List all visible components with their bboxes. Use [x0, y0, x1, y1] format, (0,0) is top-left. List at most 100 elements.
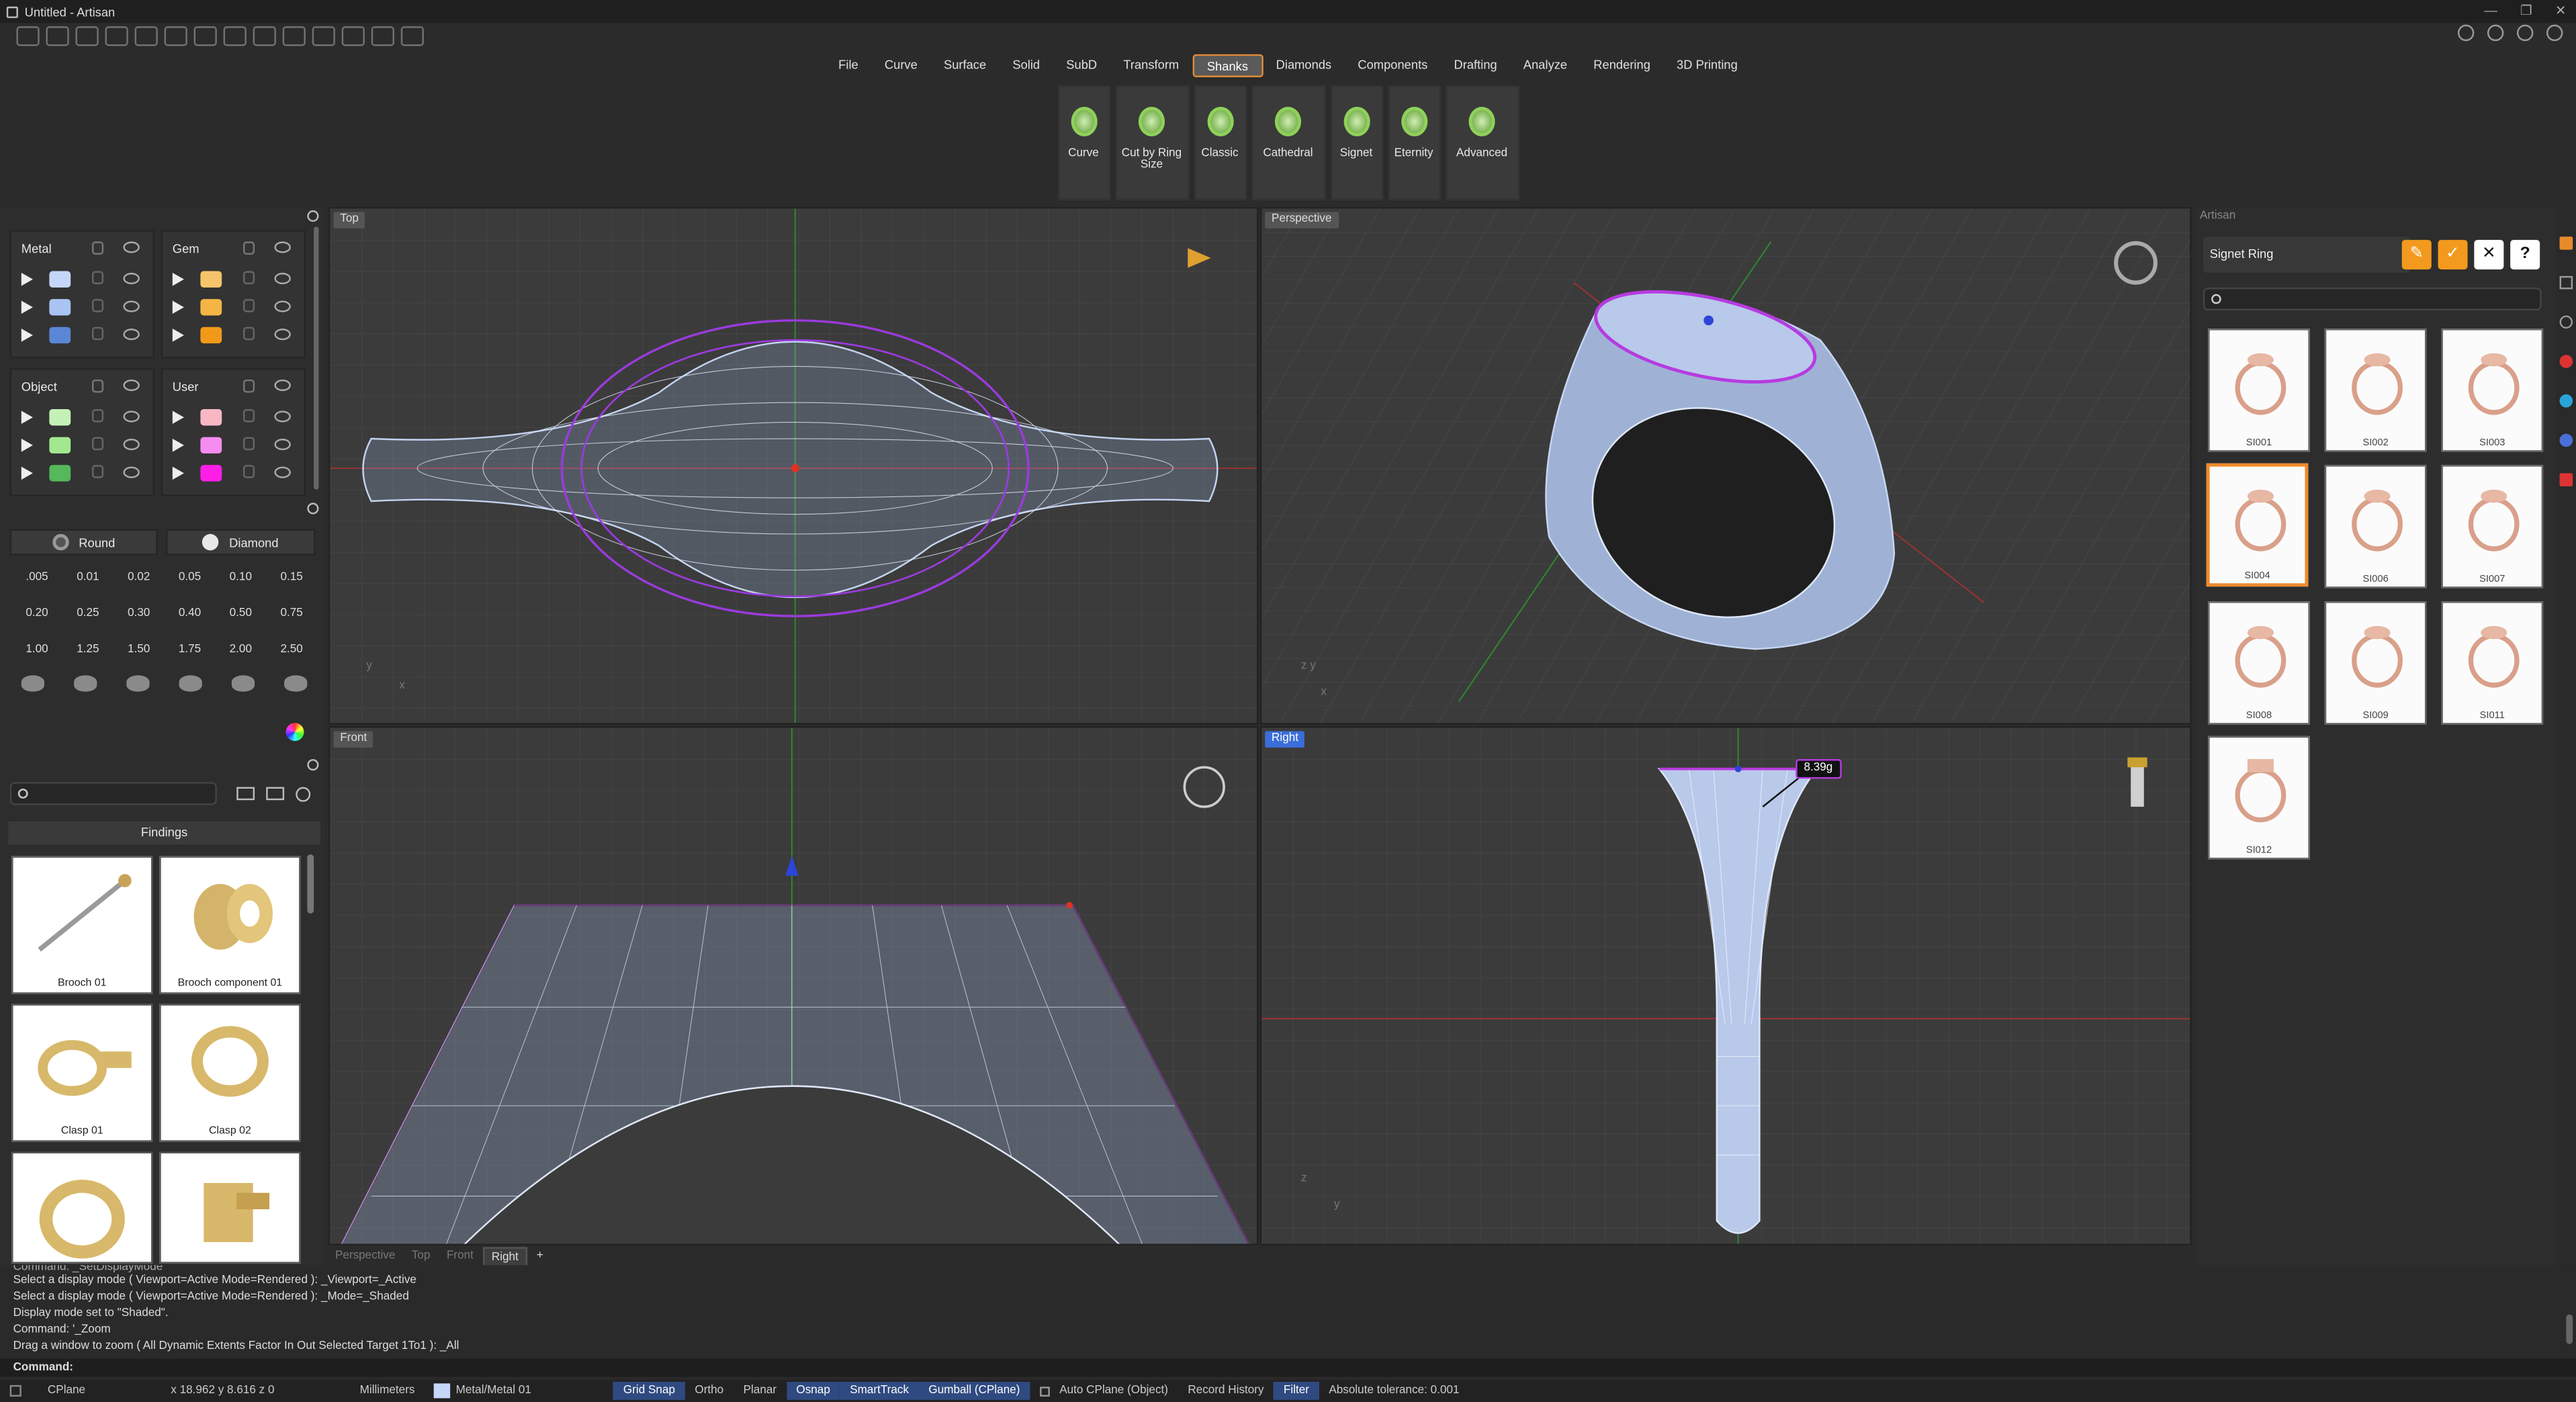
layer-color-swatch[interactable]: [49, 436, 71, 453]
layer-color-swatch[interactable]: [200, 298, 222, 315]
gem-size-button[interactable]: 0.20: [11, 601, 62, 627]
render-tab-icon[interactable]: [2559, 355, 2573, 368]
finding-card[interactable]: Clasp 02: [159, 1004, 301, 1142]
eye-icon[interactable]: [274, 466, 291, 478]
gem-size-button[interactable]: 1.75: [165, 638, 216, 664]
ribbon-eternity-button[interactable]: Eternity: [1387, 85, 1440, 201]
layer-row[interactable]: [163, 431, 304, 459]
gem-size-button[interactable]: 0.40: [165, 601, 216, 627]
eye-icon[interactable]: [123, 439, 140, 451]
finding-card[interactable]: Brooch 01: [11, 856, 153, 994]
edit-button[interactable]: ✎: [2401, 240, 2432, 270]
gem-size-button[interactable]: 2.50: [266, 638, 317, 664]
viewport-front[interactable]: Front: [328, 726, 1259, 1245]
finding-card[interactable]: [159, 1151, 301, 1264]
tab-top[interactable]: Top: [405, 1247, 437, 1266]
network-icon[interactable]: [371, 26, 394, 46]
color-wheel-icon[interactable]: [285, 723, 304, 742]
layer-row[interactable]: [11, 402, 152, 431]
eye-icon[interactable]: [123, 379, 140, 392]
play-icon[interactable]: [172, 466, 184, 479]
gem-size-button[interactable]: 0.15: [266, 565, 317, 591]
signet-item[interactable]: SI008: [2208, 601, 2310, 725]
layer-row[interactable]: [11, 265, 152, 293]
layer-color-swatch[interactable]: [49, 326, 71, 343]
lock-icon[interactable]: [242, 299, 255, 312]
layer-row[interactable]: [11, 292, 152, 320]
layers-tab-icon[interactable]: [2559, 275, 2573, 290]
viewport-label-top[interactable]: Top: [333, 212, 365, 228]
gem-size-button[interactable]: 0.30: [114, 601, 165, 627]
layer-row[interactable]: [163, 292, 304, 320]
signet-item[interactable]: SI009: [2324, 601, 2427, 725]
eye-icon[interactable]: [123, 466, 140, 478]
gem-shape-dropdown[interactable]: Round: [9, 529, 158, 556]
findings-header[interactable]: Findings: [8, 821, 320, 845]
layer-row[interactable]: [11, 320, 152, 349]
gem-size-button[interactable]: 1.50: [114, 638, 165, 664]
menu-analyze[interactable]: Analyze: [1510, 54, 1580, 77]
tab-front[interactable]: Front: [440, 1247, 480, 1266]
shapes-icon[interactable]: [312, 26, 335, 46]
osnap-toggle[interactable]: Osnap: [786, 1381, 840, 1400]
gem-type-dropdown[interactable]: Diamond: [166, 529, 316, 556]
lock-icon[interactable]: [91, 437, 104, 451]
lock-icon[interactable]: [91, 299, 104, 312]
gear-icon[interactable]: [307, 758, 319, 771]
planar-toggle[interactable]: Planar: [734, 1385, 787, 1397]
artisan-tab-icon[interactable]: [2559, 236, 2573, 250]
curve-tool-icon[interactable]: [282, 26, 306, 46]
viewport-right[interactable]: zy Right 8.39g: [1259, 726, 2192, 1245]
filter-toggle[interactable]: Filter: [1274, 1381, 1319, 1400]
menu-solid[interactable]: Solid: [1000, 54, 1053, 77]
settings-icon[interactable]: [400, 26, 425, 46]
export-icon[interactable]: [253, 26, 276, 46]
eye-icon[interactable]: [274, 300, 291, 312]
menu-drafting[interactable]: Drafting: [1441, 54, 1510, 77]
menu-curve[interactable]: Curve: [871, 54, 930, 77]
lock-icon[interactable]: [242, 437, 255, 451]
smarttrack-toggle[interactable]: SmartTrack: [840, 1381, 919, 1400]
add-folder-icon[interactable]: [266, 787, 285, 801]
auto-cplane-toggle[interactable]: Auto CPlane (Object): [1050, 1385, 1178, 1397]
gem-size-button[interactable]: .005: [11, 565, 62, 591]
current-layer[interactable]: Metal/Metal 01: [451, 1385, 541, 1397]
eye-icon[interactable]: [274, 410, 291, 423]
gem-cut-icon[interactable]: [231, 675, 255, 692]
layer-row[interactable]: [11, 458, 152, 486]
viewport-perspective[interactable]: z y x Perspective: [1259, 207, 2192, 725]
tab-right[interactable]: Right: [483, 1247, 527, 1267]
layer-row[interactable]: [163, 265, 304, 293]
ribbon-classic-button[interactable]: Classic: [1193, 85, 1247, 201]
lock-icon[interactable]: [242, 409, 255, 423]
folder-icon[interactable]: [236, 787, 255, 801]
new-file-icon[interactable]: [16, 26, 40, 46]
menu-subd[interactable]: SubD: [1053, 54, 1110, 77]
eye-icon[interactable]: [123, 241, 140, 253]
signet-item[interactable]: SI001: [2208, 328, 2310, 452]
signet-item[interactable]: SI011: [2441, 601, 2544, 725]
record-history-toggle[interactable]: Record History: [1178, 1385, 1274, 1397]
account-icon[interactable]: [2546, 24, 2563, 42]
menu-transform[interactable]: Transform: [1110, 54, 1192, 77]
gem-size-button[interactable]: 1.00: [11, 638, 62, 664]
cplane-label[interactable]: CPlane: [38, 1385, 95, 1397]
ribbon-signet-button[interactable]: Signet: [1329, 85, 1383, 201]
redo-icon[interactable]: [164, 26, 187, 46]
findings-scrollbar[interactable]: [307, 854, 314, 914]
play-icon[interactable]: [21, 271, 33, 286]
signet-item[interactable]: SI007: [2441, 465, 2544, 588]
menu-shanks[interactable]: Shanks: [1192, 54, 1263, 77]
ribbon-cathedral-button[interactable]: Cathedral: [1251, 85, 1325, 201]
gem-cut-icon[interactable]: [179, 675, 202, 692]
layer-swatch[interactable]: [434, 1383, 451, 1399]
ring-type-selector[interactable]: Signet Ring: [2203, 236, 2410, 273]
eye-icon[interactable]: [274, 273, 291, 285]
open-folder-icon[interactable]: [75, 26, 99, 46]
undo-icon[interactable]: [134, 26, 158, 46]
save-as-icon[interactable]: [223, 26, 247, 46]
play-icon[interactable]: [172, 410, 184, 423]
layer-color-swatch[interactable]: [200, 326, 222, 343]
layer-color-swatch[interactable]: [200, 464, 222, 481]
lock-icon[interactable]: [242, 465, 255, 478]
